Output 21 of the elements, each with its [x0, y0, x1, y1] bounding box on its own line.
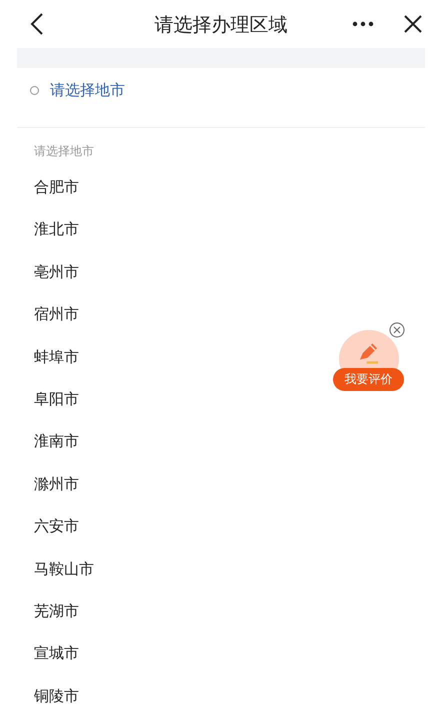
city-item[interactable]: 淮北市 [34, 208, 79, 251]
close-icon[interactable] [404, 15, 422, 33]
step-label[interactable]: 请选择地市 [50, 80, 125, 100]
back-icon[interactable] [30, 12, 44, 36]
city-item[interactable]: 宣城市 [34, 632, 79, 675]
city-item[interactable]: 滁州市 [34, 462, 79, 506]
page-title: 请选择办理区域 [154, 13, 288, 38]
feedback-button[interactable]: 我要评价 [333, 368, 404, 391]
city-item[interactable]: 合肥市 [34, 166, 79, 208]
city-item[interactable]: 宿州市 [34, 293, 79, 336]
city-item[interactable]: 铜陵市 [34, 674, 79, 707]
city-item[interactable]: 六安市 [34, 505, 79, 548]
section-heading: 请选择地市 [33, 143, 95, 160]
city-item[interactable]: 芜湖市 [34, 590, 79, 632]
city-item[interactable]: 蚌埠市 [34, 336, 79, 378]
more-icon[interactable] [352, 21, 374, 27]
radio-button[interactable] [30, 86, 39, 94]
city-item[interactable]: 马鞍山市 [34, 548, 94, 590]
city-item[interactable]: 亳州市 [34, 250, 79, 294]
city-item[interactable]: 淮南市 [34, 420, 79, 463]
city-item[interactable]: 阜阳市 [34, 378, 79, 420]
